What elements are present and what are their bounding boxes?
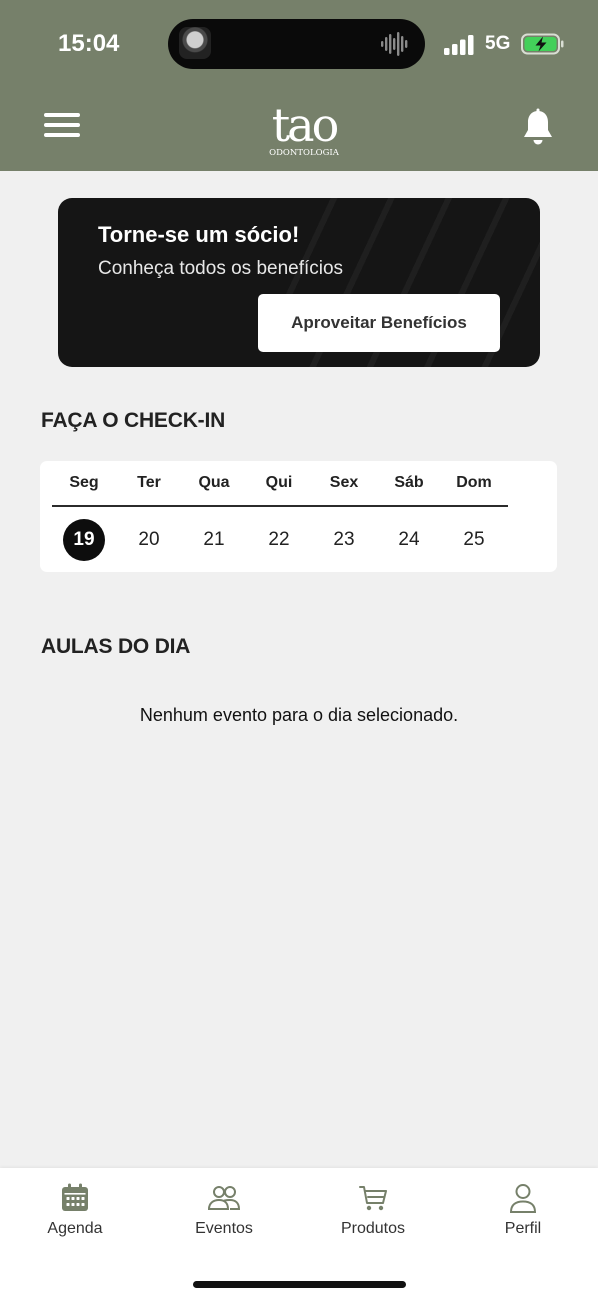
weekday-label-dom: Dom: [456, 474, 492, 491]
hamburger-menu-icon: [44, 113, 80, 117]
calendar-divider: [52, 505, 508, 507]
calendar-date-23[interactable]: 23: [323, 519, 365, 561]
empty-events-message: Nenhum evento para o dia selecionado.: [139, 705, 459, 725]
home-indicator[interactable]: [193, 1281, 406, 1288]
tab-produtos-label: Produtos: [340, 1220, 406, 1237]
calendar-date-19[interactable]: 19: [63, 519, 105, 561]
tab-perfil-label: Perfil: [504, 1220, 542, 1237]
weekday-label-ter: Ter: [137, 474, 161, 491]
promo-subtitle: Conheça todos os benefícios: [98, 258, 344, 279]
calendar-date-22[interactable]: 22: [258, 519, 300, 561]
promo-title: Torne-se um sócio!: [98, 222, 300, 247]
calendar-date-20[interactable]: 20: [128, 519, 170, 561]
tao-logo: tao ODONTOLOGIA: [269, 98, 340, 158]
weekday-label-sab: Sáb: [394, 474, 424, 491]
svg-text:ODONTOLOGIA: ODONTOLOGIA: [269, 148, 340, 158]
calendar-icon: [62, 1183, 88, 1211]
weekday-label-qui: Qui: [265, 474, 293, 491]
battery-charging-icon: [521, 33, 564, 55]
weekday-label-sex: Sex: [329, 474, 359, 491]
now-playing-artwork: [179, 27, 211, 59]
cellular-signal-icon: [444, 35, 474, 55]
weekday-label-qua: Qua: [198, 474, 230, 491]
calendar-date-21[interactable]: 21: [193, 519, 235, 561]
tab-agenda[interactable]: Agenda: [0, 1182, 150, 1238]
checkin-section-title: FAÇA O CHECK-IN: [41, 409, 226, 432]
app-header: 15:04 5G tao ODONTOLOGIA: [0, 0, 598, 171]
svg-text:tao: tao: [272, 98, 338, 152]
tab-eventos-label: Eventos: [195, 1220, 253, 1237]
week-calendar: Seg Ter Qua Qui Sex Sáb Dom 19 20 21 22 …: [40, 461, 557, 572]
status-time: 15:04: [58, 30, 120, 57]
audio-wave-icon: [381, 32, 408, 56]
bell-icon[interactable]: [520, 108, 556, 148]
dynamic-island: [168, 19, 425, 69]
tab-produtos[interactable]: Produtos: [298, 1182, 448, 1238]
people-icon: [207, 1186, 241, 1210]
calendar-date-25[interactable]: 25: [453, 519, 495, 561]
weekday-label-seg: Seg: [69, 474, 99, 491]
calendar-date-24[interactable]: 24: [388, 519, 430, 561]
cart-icon: [359, 1186, 387, 1211]
promo-benefits-button[interactable]: Aproveitar Benefícios: [258, 294, 500, 352]
tab-agenda-label: Agenda: [47, 1220, 103, 1237]
tab-eventos[interactable]: Eventos: [149, 1182, 299, 1238]
classes-section-title: AULAS DO DIA: [41, 635, 191, 658]
menu-button[interactable]: [44, 113, 80, 141]
network-type: 5G: [485, 33, 511, 54]
membership-promo-card: Torne-se um sócio! Conheça todos os bene…: [58, 198, 540, 367]
user-icon: [509, 1184, 537, 1213]
tab-perfil[interactable]: Perfil: [448, 1182, 598, 1238]
